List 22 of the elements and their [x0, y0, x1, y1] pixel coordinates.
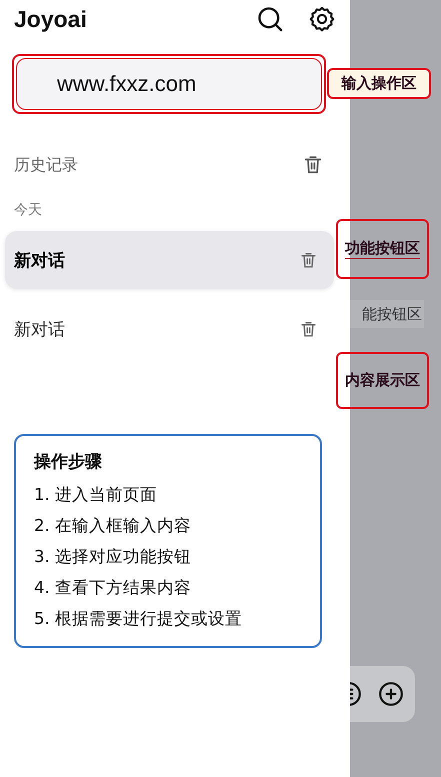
input-field[interactable]: www.fxxz.com [16, 58, 322, 110]
step-text: 5. 根据需要进行提交或设置 [34, 608, 243, 630]
app-title: Joyoai [14, 6, 88, 32]
function-area-label: 能按钮区 [348, 300, 424, 328]
step-text: 3. 选择对应功能按钮 [34, 546, 192, 568]
list-icon[interactable] [350, 681, 362, 707]
add-icon[interactable] [378, 681, 404, 707]
group-label: 今天 [13, 201, 43, 219]
settings-icon[interactable] [308, 5, 336, 33]
trash-icon[interactable] [302, 154, 324, 176]
trash-icon[interactable] [299, 320, 318, 338]
steps-title: 操作步骤 [34, 451, 103, 473]
annotation-label: 输入操作区 [327, 68, 431, 99]
step-text: 4. 查看下方结果内容 [34, 577, 192, 599]
annotation-label: 功能按钮区 [336, 219, 429, 279]
chat-item[interactable]: 新对话 [5, 231, 334, 289]
history-title: 历史记录 [14, 154, 78, 176]
step-text: 1. 进入当前页面 [34, 484, 158, 506]
annotation-label: 内容展示区 [336, 352, 429, 409]
trash-icon[interactable] [299, 250, 318, 270]
step-text: 2. 在输入框输入内容 [34, 515, 192, 537]
search-icon[interactable] [256, 5, 284, 33]
